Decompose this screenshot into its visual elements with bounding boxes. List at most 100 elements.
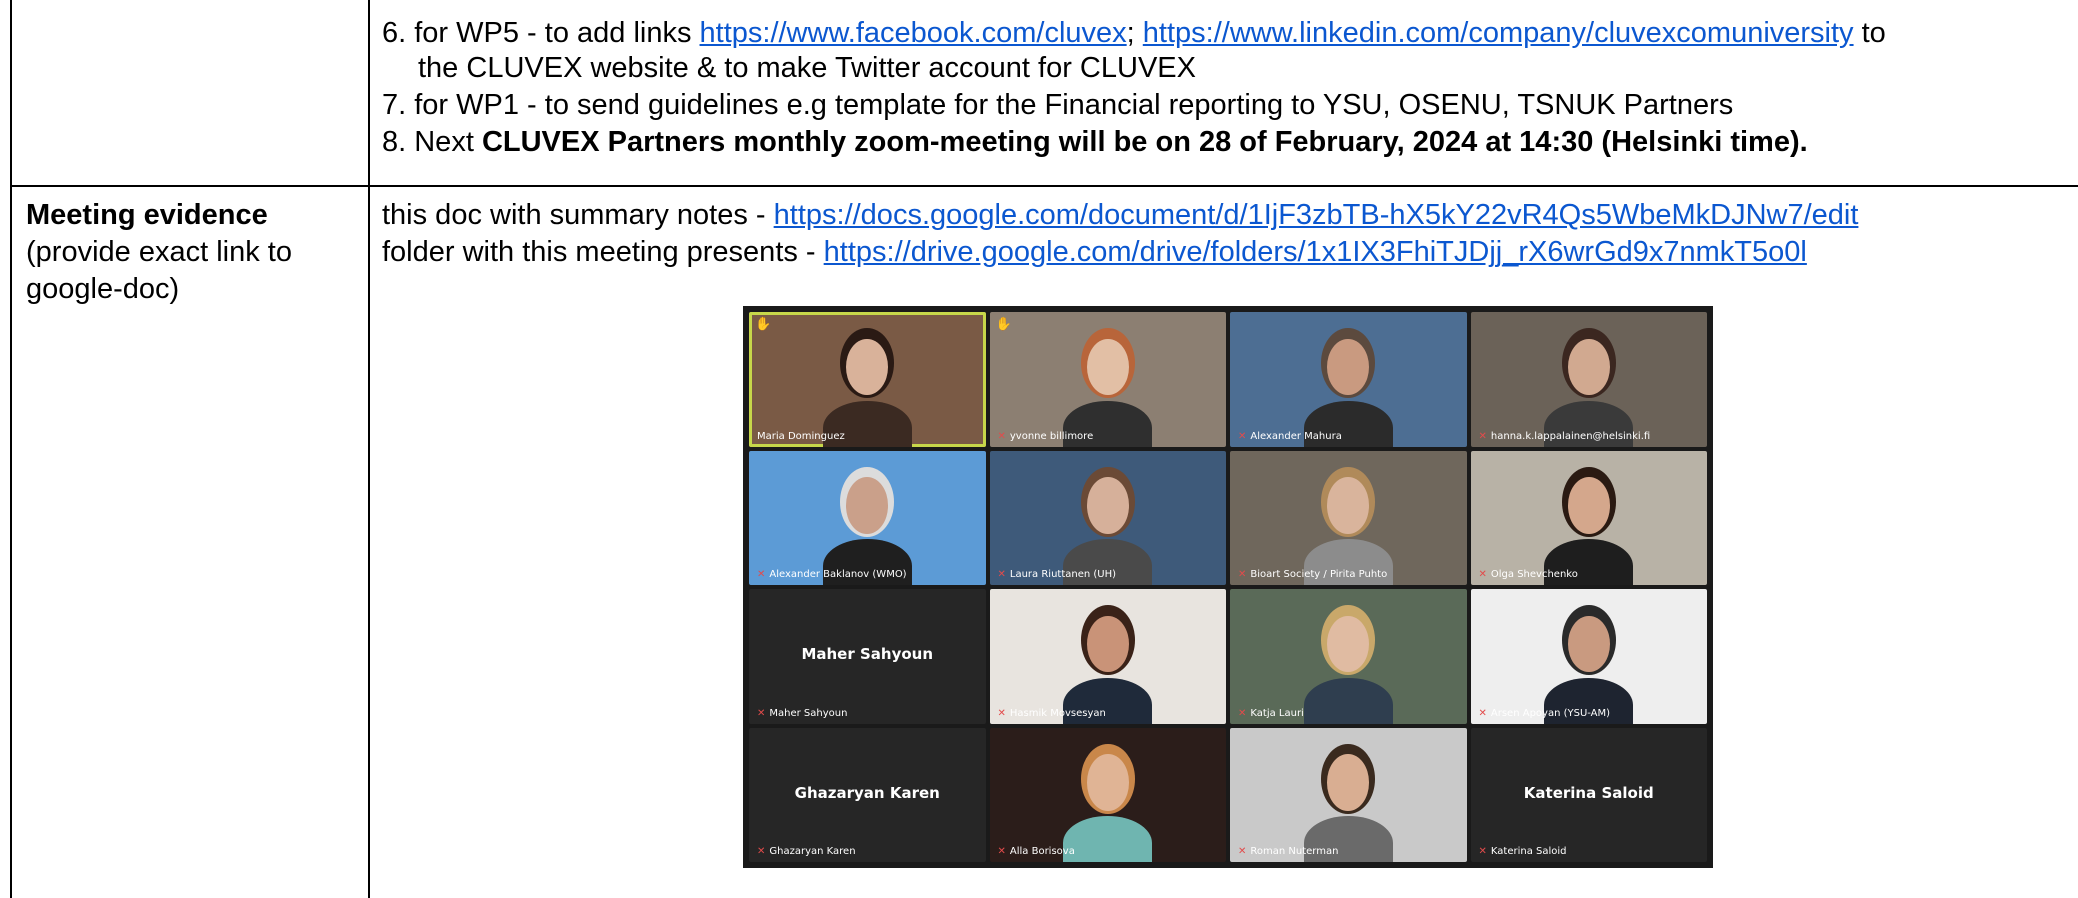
presentations-folder-line: folder with this meeting presents - http… <box>382 236 1807 268</box>
participant-name-text: Arsen Apoyan (YSU-AM) <box>1490 707 1611 719</box>
participant-video <box>1527 589 1650 724</box>
participant-tile: ✋ ✕ yvonne billimore <box>989 312 1226 447</box>
participant-name: ✕ hanna.k.lappalainen@helsinki.fi <box>1479 431 1651 443</box>
participant-video <box>806 312 929 447</box>
muted-mic-icon: ✕ <box>1478 846 1487 857</box>
row-divider <box>10 185 2078 187</box>
participant-face <box>1086 477 1129 534</box>
participant-tile: ✕ hanna.k.lappalainen@helsinki.fi <box>1470 312 1707 447</box>
participant-tile: ✕ Katja Lauri <box>1230 589 1467 724</box>
summary-doc-link[interactable]: https://docs.google.com/document/d/1IjF3… <box>774 199 1859 231</box>
muted-mic-icon: ✕ <box>757 707 766 719</box>
participant-name: ✕ Alexander Baklanov (WMO) <box>757 569 907 581</box>
participant-name: ✕ Olga Shevchenko <box>1479 569 1578 581</box>
participant-name-text: yvonne billimore <box>1009 430 1094 442</box>
notes-table: 6. for WP5 - to add links https://www.fa… <box>0 0 2078 898</box>
action-item-8: 8. Next CLUVEX Partners monthly zoom-mee… <box>382 126 1808 158</box>
facebook-link[interactable]: https://www.facebook.com/cluvex <box>700 17 1127 49</box>
participant-display-name: Ghazaryan Karen <box>794 783 940 802</box>
participant-tile: ✕ Bioart Society / Pirita Puhto <box>1230 450 1467 585</box>
participant-video <box>1287 312 1410 447</box>
participant-name: ✕ Bioart Society / Pirita Puhto <box>1238 569 1387 581</box>
participant-name-text: Alla Borisova <box>1009 846 1075 857</box>
action-item-6: 6. for WP5 - to add links https://www.fa… <box>382 17 1886 49</box>
muted-mic-icon: ✕ <box>997 846 1006 857</box>
participant-video <box>1046 728 1169 862</box>
participant-tile: ✕ Olga Shevchenko <box>1470 450 1707 585</box>
participant-tile: Maher Sahyoun ✕ Maher Sahyoun <box>749 589 986 724</box>
participant-tile: ✕ Arsen Apoyan (YSU-AM) <box>1470 589 1707 724</box>
participant-name: ✕ Roman Nuterman <box>1238 846 1338 858</box>
participant-name-text: Ghazaryan Karen <box>769 846 856 857</box>
muted-mic-icon: ✕ <box>997 707 1006 719</box>
participant-name: ✕ Katja Lauri <box>1238 708 1304 720</box>
participant-face <box>1086 615 1129 673</box>
meeting-evidence-hint-2: google-doc) <box>26 273 180 305</box>
participant-tile: ✕ Alla Borisova <box>989 727 1226 862</box>
participant-name-text: Bioart Society / Pirita Puhto <box>1250 569 1388 580</box>
summary-doc-line: this doc with summary notes - https://do… <box>382 199 1859 231</box>
meeting-evidence-hint: (provide exact link to <box>26 236 292 268</box>
participant-name: ✕ yvonne billimore <box>998 431 1094 443</box>
muted-mic-icon: ✕ <box>997 569 1006 580</box>
participant-video <box>1527 451 1650 585</box>
participant-name: ✕ Arsen Apoyan (YSU-AM) <box>1479 708 1611 720</box>
participant-face <box>1567 477 1610 534</box>
muted-mic-icon: ✕ <box>1238 846 1247 857</box>
participant-name-text: Alexander Baklanov (WMO) <box>769 569 907 580</box>
participant-face <box>846 338 889 396</box>
participant-name: ✕ Alexander Mahura <box>1238 431 1342 443</box>
participant-name-text: hanna.k.lappalainen@helsinki.fi <box>1490 430 1651 442</box>
participant-body <box>1303 677 1393 724</box>
presentations-folder-link[interactable]: https://drive.google.com/drive/folders/1… <box>824 236 1807 268</box>
participant-video <box>806 451 929 585</box>
muted-mic-icon: ✕ <box>757 846 766 857</box>
table-border-left <box>10 0 12 898</box>
participant-name-text: Katerina Saloid <box>1490 846 1567 857</box>
muted-mic-icon: ✕ <box>1238 707 1247 719</box>
participant-tile: ✕ Roman Nuterman <box>1230 727 1467 862</box>
raised-hand-icon: ✋ <box>755 316 772 331</box>
participant-face <box>1327 615 1370 673</box>
participant-tile: Katerina Saloid ✕ Katerina Saloid <box>1470 727 1707 862</box>
linkedin-link[interactable]: https://www.linkedin.com/company/cluvexc… <box>1143 17 1854 49</box>
participant-tile: ✕ Laura Riuttanen (UH) <box>989 450 1226 585</box>
muted-mic-icon: ✕ <box>1238 430 1247 442</box>
participant-face <box>1086 338 1129 396</box>
zoom-meeting-screenshot: ✋ Maria Dominguez ✋ ✕ yvonne billimore ✕ Alexa… <box>743 306 1713 868</box>
action-item-7: 7. for WP1 - to send guidelines e.g temp… <box>382 89 1734 121</box>
participant-name-text: Roman Nuterman <box>1250 846 1339 857</box>
action-item-6-continued: the CLUVEX website & to make Twitter acc… <box>418 52 1196 84</box>
participant-face <box>1567 338 1610 396</box>
participant-name: ✕ Maher Sahyoun <box>757 708 847 720</box>
participant-name: ✕ Ghazaryan Karen <box>757 846 856 858</box>
participant-tile: ✕ Hasmik Movsesyan <box>989 589 1226 724</box>
participant-face <box>1327 754 1370 811</box>
participant-name-text: Maher Sahyoun <box>769 707 848 719</box>
participant-name: ✕ Hasmik Movsesyan <box>998 708 1106 720</box>
participant-name: Maria Dominguez <box>757 431 845 443</box>
participant-tile: ✕ Alexander Baklanov (WMO) <box>749 450 986 585</box>
participant-video <box>1046 312 1169 447</box>
participant-name-text: Laura Riuttanen (UH) <box>1009 569 1117 580</box>
table-column-divider <box>368 0 370 898</box>
participant-video <box>1287 451 1410 585</box>
participant-face <box>1567 615 1610 673</box>
participant-face <box>1086 754 1129 811</box>
meeting-evidence-label: Meeting evidence <box>26 199 268 231</box>
participant-tile: ✕ Alexander Mahura <box>1230 312 1467 447</box>
muted-mic-icon: ✕ <box>997 430 1006 442</box>
next-meeting-announcement: CLUVEX Partners monthly zoom-meeting wil… <box>481 126 1808 158</box>
muted-mic-icon: ✕ <box>757 569 766 580</box>
participant-video <box>1287 728 1410 862</box>
participant-face <box>846 477 889 534</box>
participant-name-text: Olga Shevchenko <box>1490 569 1578 580</box>
muted-mic-icon: ✕ <box>1478 430 1487 442</box>
participant-name-text: Hasmik Movsesyan <box>1009 707 1106 719</box>
participant-face <box>1327 338 1370 396</box>
participant-display-name: Maher Sahyoun <box>801 645 934 664</box>
participant-tile: ✋ Maria Dominguez <box>749 312 986 447</box>
participant-video <box>1527 312 1650 447</box>
muted-mic-icon: ✕ <box>1238 569 1247 580</box>
participant-display-name: Katerina Saloid <box>1523 783 1654 802</box>
